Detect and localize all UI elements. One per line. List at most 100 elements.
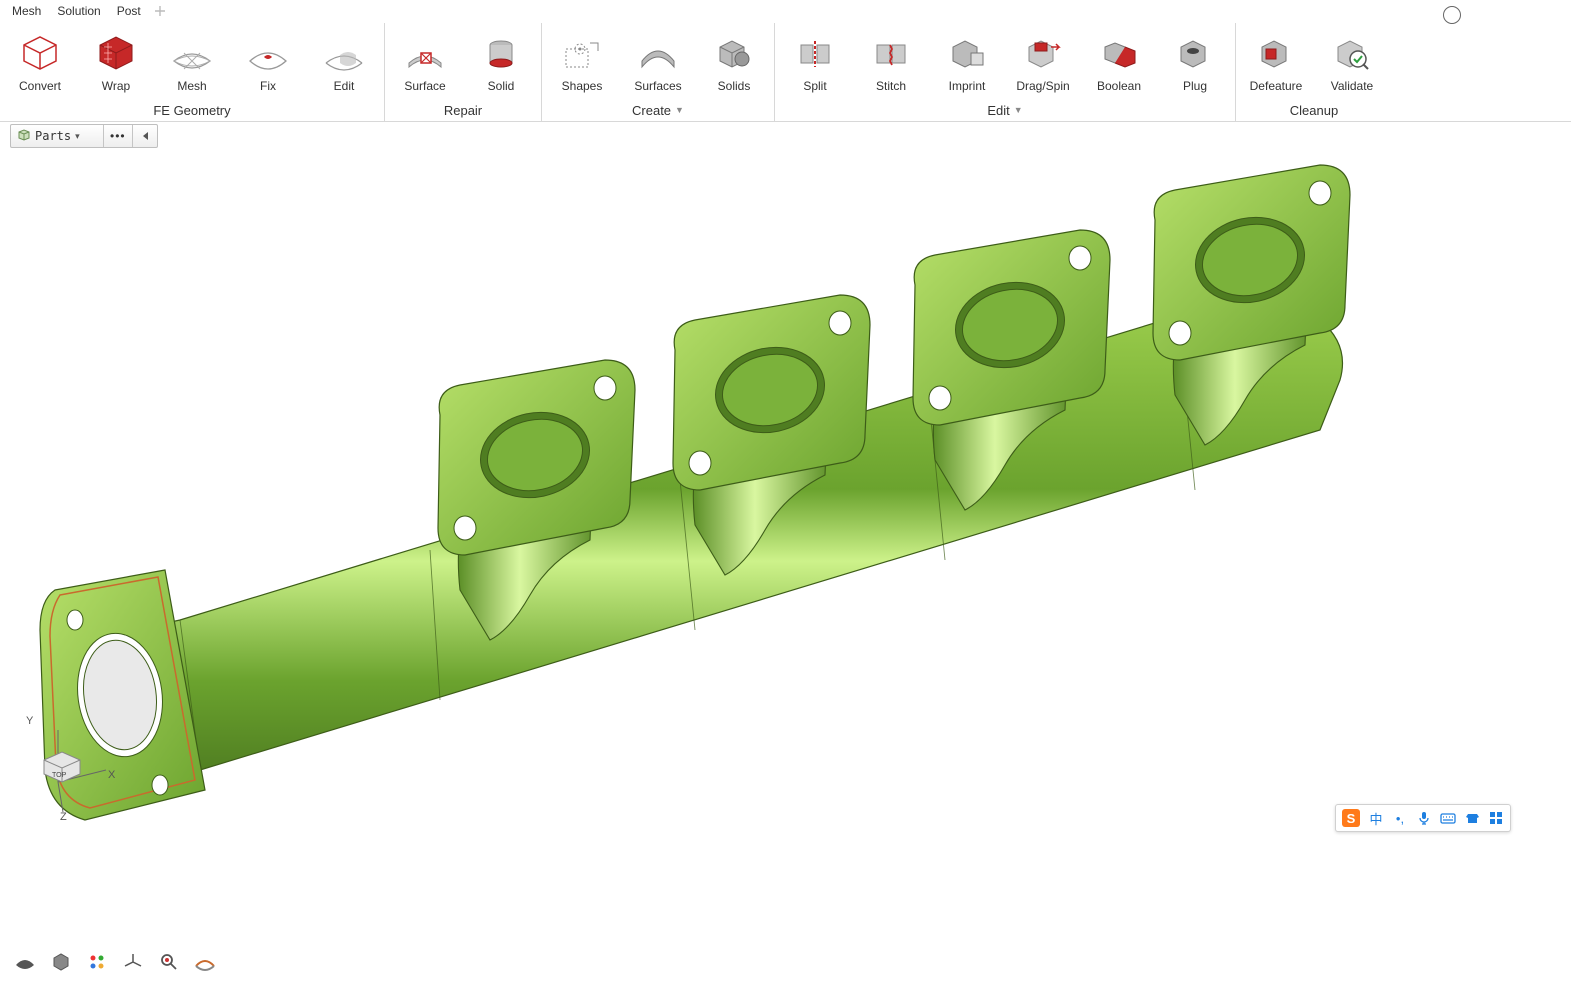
group-label-edit: Edit bbox=[987, 103, 1009, 118]
edit-geom-button[interactable]: Edit bbox=[310, 27, 378, 95]
add-tab-icon[interactable] bbox=[153, 4, 167, 18]
plug-icon bbox=[1171, 29, 1219, 77]
parts-label: Parts bbox=[35, 129, 71, 143]
mesh-button[interactable]: Mesh bbox=[158, 27, 226, 95]
validate-label: Validate bbox=[1331, 79, 1373, 95]
boolean-button[interactable]: Boolean bbox=[1085, 27, 1153, 95]
ribbon-group-edit: Split Stitch bbox=[775, 23, 1236, 121]
axis-x-label: X bbox=[108, 769, 116, 781]
boolean-label: Boolean bbox=[1097, 79, 1141, 95]
ime-toolbox-icon[interactable] bbox=[1488, 810, 1504, 826]
chevron-down-icon: ▾ bbox=[75, 131, 80, 142]
ime-lang-button[interactable]: 中 bbox=[1368, 810, 1384, 826]
split-label: Split bbox=[803, 79, 826, 95]
stitch-label: Stitch bbox=[876, 79, 906, 95]
drag-spin-label: Drag/Spin bbox=[1016, 79, 1069, 95]
axis-y-label: Y bbox=[26, 715, 34, 727]
view-triad[interactable]: Y X Z TOP bbox=[18, 712, 118, 822]
convert-label: Convert bbox=[19, 79, 61, 95]
view-toolbar bbox=[0, 942, 230, 982]
wrap-label: Wrap bbox=[102, 79, 130, 95]
section-icon[interactable] bbox=[194, 951, 216, 973]
parts-dropdown[interactable]: Parts ▾ ••• bbox=[10, 124, 158, 148]
surface-label: Surface bbox=[404, 79, 445, 95]
solid-button[interactable]: Solid bbox=[467, 27, 535, 95]
surface-button[interactable]: Surface bbox=[391, 27, 459, 95]
convert-button[interactable]: Convert bbox=[6, 27, 74, 95]
defeature-button[interactable]: Defeature bbox=[1242, 27, 1310, 95]
defeature-icon bbox=[1252, 29, 1300, 77]
menubar: Mesh Solution Post bbox=[0, 0, 1571, 23]
axes-icon[interactable] bbox=[122, 951, 144, 973]
ime-logo-icon: S bbox=[1342, 809, 1360, 827]
drag-spin-icon bbox=[1019, 29, 1067, 77]
ribbon-group-repair: Surface Solid Repair bbox=[385, 23, 542, 121]
zoom-icon[interactable] bbox=[158, 951, 180, 973]
imprint-label: Imprint bbox=[949, 79, 986, 95]
split-icon bbox=[791, 29, 839, 77]
surfaces-icon bbox=[634, 29, 682, 77]
ime-toolbar[interactable]: S 中 •, bbox=[1335, 804, 1511, 832]
ribbon-group-cleanup: Defeature Validate Cleanup bbox=[1236, 23, 1392, 121]
defeature-label: Defeature bbox=[1250, 79, 1303, 95]
drag-spin-button[interactable]: Drag/Spin bbox=[1009, 27, 1077, 95]
ribbon-group-create: Shapes Surfaces bbox=[542, 23, 775, 121]
shaded-view-icon[interactable] bbox=[14, 951, 36, 973]
ribbon: Convert Wrap bbox=[0, 23, 1571, 122]
perspective-icon[interactable] bbox=[50, 951, 72, 973]
solid-icon bbox=[477, 29, 525, 77]
group-label-repair: Repair bbox=[444, 103, 482, 118]
plug-button[interactable]: Plug bbox=[1161, 27, 1229, 95]
validate-button[interactable]: Validate bbox=[1318, 27, 1386, 95]
shapes-label: Shapes bbox=[562, 79, 603, 95]
stitch-icon bbox=[867, 29, 915, 77]
surface-icon bbox=[401, 29, 449, 77]
group-label-cleanup: Cleanup bbox=[1290, 103, 1338, 118]
chevron-down-icon[interactable]: ▼ bbox=[1014, 105, 1023, 115]
fix-icon bbox=[244, 29, 292, 77]
validate-icon bbox=[1328, 29, 1376, 77]
ribbon-group-fe-geometry: Convert Wrap bbox=[0, 23, 385, 121]
shapes-button[interactable]: Shapes bbox=[548, 27, 616, 95]
cube-icon bbox=[17, 128, 31, 145]
imprint-icon bbox=[943, 29, 991, 77]
convert-icon bbox=[16, 29, 64, 77]
color-icon[interactable] bbox=[86, 951, 108, 973]
menu-post[interactable]: Post bbox=[109, 2, 149, 20]
boolean-icon bbox=[1095, 29, 1143, 77]
ime-skin-icon[interactable] bbox=[1464, 810, 1480, 826]
solids-icon bbox=[710, 29, 758, 77]
shapes-icon bbox=[558, 29, 606, 77]
mesh-icon bbox=[168, 29, 216, 77]
menu-mesh[interactable]: Mesh bbox=[4, 2, 49, 20]
viewport-3d[interactable]: Y X Z TOP S 中 •, bbox=[0, 150, 1571, 982]
group-label-create: Create bbox=[632, 103, 671, 118]
split-button[interactable]: Split bbox=[781, 27, 849, 95]
surfaces-label: Surfaces bbox=[634, 79, 681, 95]
ime-keyboard-icon[interactable] bbox=[1440, 810, 1456, 826]
edit-geom-icon bbox=[320, 29, 368, 77]
chevron-down-icon[interactable]: ▼ bbox=[675, 105, 684, 115]
menu-solution[interactable]: Solution bbox=[49, 2, 108, 20]
surfaces-button[interactable]: Surfaces bbox=[624, 27, 692, 95]
group-label-fe-geometry: FE Geometry bbox=[153, 103, 230, 118]
parts-first-button[interactable] bbox=[133, 125, 157, 147]
solids-label: Solids bbox=[718, 79, 751, 95]
fix-button[interactable]: Fix bbox=[234, 27, 302, 95]
ime-mic-icon[interactable] bbox=[1416, 810, 1432, 826]
status-circle-icon bbox=[1443, 6, 1461, 24]
viewcube-face-label: TOP bbox=[52, 772, 67, 779]
fix-label: Fix bbox=[260, 79, 276, 95]
wrap-icon bbox=[92, 29, 140, 77]
model-manifold bbox=[0, 150, 1571, 870]
imprint-button[interactable]: Imprint bbox=[933, 27, 1001, 95]
ime-punct-button[interactable]: •, bbox=[1392, 810, 1408, 826]
edit-geom-label: Edit bbox=[334, 79, 355, 95]
solids-button[interactable]: Solids bbox=[700, 27, 768, 95]
stitch-button[interactable]: Stitch bbox=[857, 27, 925, 95]
wrap-button[interactable]: Wrap bbox=[82, 27, 150, 95]
parts-more-button[interactable]: ••• bbox=[104, 125, 133, 147]
solid-label: Solid bbox=[488, 79, 515, 95]
plug-label: Plug bbox=[1183, 79, 1207, 95]
mesh-label: Mesh bbox=[177, 79, 206, 95]
